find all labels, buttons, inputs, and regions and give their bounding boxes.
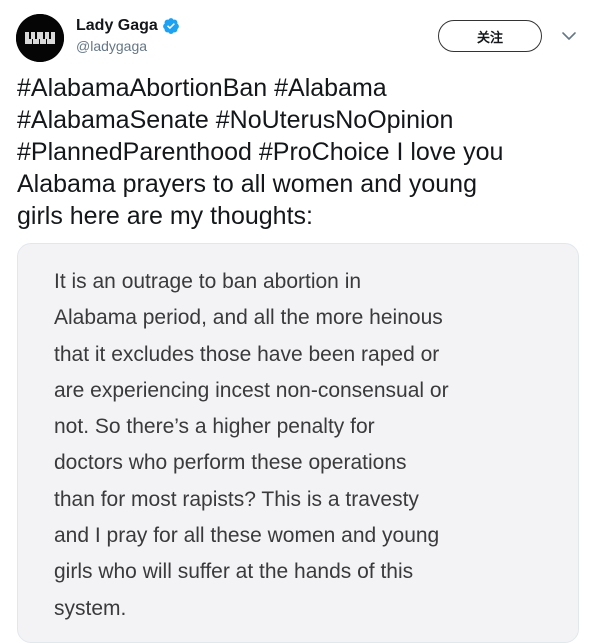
note-line: system.: [54, 596, 127, 620]
tweet-line: girls here are my thoughts:: [17, 202, 313, 230]
tweet-text: #AlabamaAbortionBan #Alabama #AlabamaSen…: [17, 72, 577, 232]
note-line: It is an outrage to ban abortion in: [54, 270, 362, 293]
tweet-image-note[interactable]: It is an outrage to ban abortion in Alab…: [17, 243, 579, 643]
note-text: It is an outrage to ban abortion in Alab…: [54, 264, 574, 627]
note-line: than for most rapists? This is a travest…: [54, 487, 419, 511]
tweet-line: #AlabamaAbortionBan #Alabama: [17, 74, 387, 102]
verified-badge-icon: [162, 18, 179, 34]
note-line: and I pray for all these women and young: [54, 524, 440, 548]
note-line: doctors who perform these operations: [54, 451, 407, 475]
note-line: not. So there’s a higher penalty for: [54, 415, 375, 439]
note-line: that it excludes those have been raped o…: [54, 342, 440, 366]
note-line: girls who will suffer at the hands of th…: [54, 560, 414, 584]
chevron-down-icon[interactable]: [560, 28, 578, 44]
note-line: Alabama period, and all the more heinous: [54, 306, 443, 330]
tweet-line: #AlabamaSenate #NoUterusNoOpinion: [17, 106, 454, 134]
follow-button[interactable]: 关注: [438, 20, 542, 52]
display-name[interactable]: Lady Gaga: [76, 17, 158, 35]
tweet-line: Alabama prayers to all women and young: [17, 170, 477, 198]
tweet-line: #PlannedParenthood #ProChoice I love you: [17, 138, 504, 166]
user-handle[interactable]: @ladygaga: [76, 38, 147, 54]
user-name-row[interactable]: Lady Gaga: [76, 15, 180, 37]
avatar[interactable]: [16, 14, 64, 62]
avatar-piano-keys-icon: [16, 14, 64, 62]
note-line: are experiencing incest non-consensual o…: [54, 378, 449, 402]
